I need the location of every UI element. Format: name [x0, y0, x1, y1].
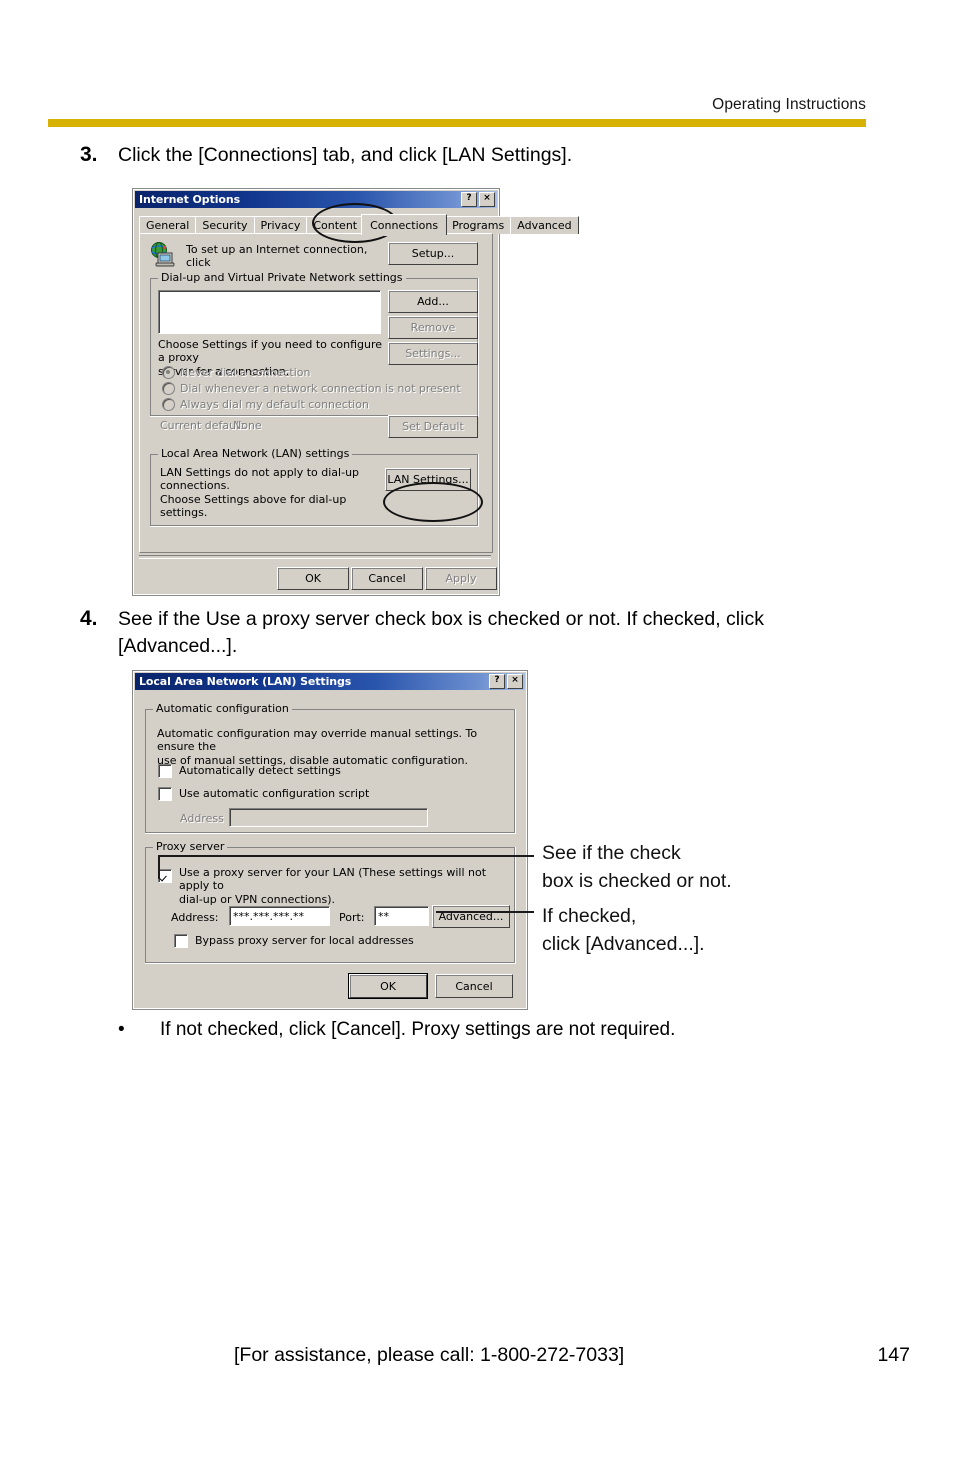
- close-icon[interactable]: ×: [507, 674, 523, 689]
- step-4-number: 4.: [80, 607, 98, 630]
- internet-options-window-buttons[interactable]: ? ×: [461, 192, 495, 207]
- radio-never-dial[interactable]: [162, 366, 175, 379]
- footer-page-number: 147: [877, 1344, 910, 1366]
- connections-tab-panel: To set up an Internet connection, click …: [139, 233, 493, 553]
- page-footer: [For assistance, please call: 1-800-272-…: [234, 1344, 910, 1367]
- lan-settings-title: Local Area Network (LAN) Settings: [139, 675, 352, 688]
- current-default-value: None: [233, 419, 262, 432]
- internet-connection-icon: [150, 242, 178, 268]
- step-3-text: Click the [Connections] tab, and click […: [118, 144, 573, 166]
- leader-advanced-horizontal: [436, 911, 534, 913]
- dialup-connections-list[interactable]: [158, 290, 381, 334]
- step-4: 4. See if the Use a proxy server check b…: [80, 606, 880, 660]
- auto-address-input[interactable]: [229, 808, 428, 827]
- dialup-group-legend: Dial-up and Virtual Private Network sett…: [158, 271, 406, 284]
- proxy-address-label: Address:: [171, 911, 219, 924]
- tab-privacy[interactable]: Privacy: [253, 216, 308, 234]
- bypass-proxy-label: Bypass proxy server for local addresses: [195, 934, 414, 947]
- header-rule: [48, 119, 866, 127]
- tab-advanced[interactable]: Advanced: [510, 216, 579, 234]
- auto-config-script-label: Use automatic configuration script: [179, 787, 370, 800]
- radio-never-dial-label: Never dial a connection: [180, 366, 311, 379]
- radio-always-dial-label: Always dial my default connection: [180, 398, 369, 411]
- lan-settings-titlebar[interactable]: Local Area Network (LAN) Settings ? ×: [135, 673, 525, 690]
- radio-dial-whenever[interactable]: [162, 382, 175, 395]
- radio-dial-whenever-label: Dial whenever a network connection is no…: [180, 382, 461, 395]
- leader-checkbox-horizontal: [158, 855, 534, 857]
- use-proxy-server-checkbox[interactable]: [158, 869, 172, 883]
- auto-config-description: Automatic configuration may override man…: [157, 727, 478, 767]
- auto-detect-settings-label: Automatically detect settings: [179, 764, 341, 777]
- proxy-port-label: Port:: [339, 911, 365, 924]
- internet-options-tabstrip[interactable]: General Security Privacy Content Connect…: [139, 214, 579, 235]
- lan-description: LAN Settings do not apply to dial-up con…: [160, 466, 360, 520]
- tab-general[interactable]: General: [139, 216, 197, 234]
- help-icon[interactable]: ?: [489, 674, 505, 689]
- bullet-note: • If not checked, click [Cancel]. Proxy …: [118, 1017, 918, 1043]
- auto-detect-settings-checkbox[interactable]: [158, 764, 172, 778]
- lan-settings-button[interactable]: LAN Settings...: [385, 468, 471, 491]
- settings-button: Settings...: [388, 342, 478, 365]
- lan-settings-dialog[interactable]: Local Area Network (LAN) Settings ? × Au…: [132, 670, 528, 1010]
- internet-options-titlebar[interactable]: Internet Options ? ×: [135, 191, 497, 208]
- proxy-port-input[interactable]: **: [374, 906, 429, 926]
- internet-options-ok-button[interactable]: OK: [277, 567, 349, 590]
- annotation-check-box: See if the check box is checked or not.: [542, 842, 732, 892]
- leader-checkbox-vertical: [158, 855, 160, 879]
- add-button[interactable]: Add...: [388, 290, 478, 313]
- lan-settings-cancel-button[interactable]: Cancel: [435, 974, 513, 998]
- help-icon[interactable]: ?: [461, 192, 477, 207]
- advanced-button[interactable]: Advanced...: [432, 905, 510, 928]
- set-default-button: Set Default: [388, 415, 478, 438]
- lan-settings-ok-button[interactable]: OK: [349, 974, 427, 998]
- internet-options-title: Internet Options: [139, 193, 241, 206]
- footer-assistance: [For assistance, please call: 1-800-272-…: [234, 1344, 625, 1366]
- proxy-server-legend: Proxy server: [153, 840, 228, 853]
- bullet-text: If not checked, click [Cancel]. Proxy se…: [160, 1019, 676, 1040]
- bypass-proxy-checkbox[interactable]: [174, 934, 188, 948]
- proxy-address-input[interactable]: ***.***.***.**: [229, 906, 330, 926]
- remove-button: Remove: [388, 316, 478, 339]
- internet-options-dialog[interactable]: Internet Options ? × General Security Pr…: [132, 188, 579, 596]
- annotation-advanced: If checked, click [Advanced...].: [542, 905, 705, 955]
- step-3: 3. Click the [Connections] tab, and clic…: [80, 142, 880, 169]
- use-proxy-server-label: Use a proxy server for your LAN (These s…: [179, 866, 487, 906]
- auto-config-script-checkbox[interactable]: [158, 787, 172, 801]
- tab-security[interactable]: Security: [195, 216, 255, 234]
- page-header: Operating Instructions: [48, 96, 866, 127]
- tab-connections[interactable]: Connections: [361, 214, 448, 235]
- setup-button[interactable]: Setup...: [388, 242, 478, 265]
- tab-content[interactable]: Content: [306, 216, 365, 234]
- header-title: Operating Instructions: [712, 96, 866, 113]
- internet-options-cancel-button[interactable]: Cancel: [351, 567, 423, 590]
- close-icon[interactable]: ×: [479, 192, 495, 207]
- auto-config-legend: Automatic configuration: [153, 702, 292, 715]
- internet-options-apply-button: Apply: [425, 567, 497, 590]
- radio-always-dial[interactable]: [162, 398, 175, 411]
- lan-group-legend: Local Area Network (LAN) settings: [158, 447, 353, 460]
- step-4-text: See if the Use a proxy server check box …: [118, 608, 764, 657]
- bullet-marker: •: [118, 1019, 125, 1040]
- auto-address-label: Address: [180, 812, 224, 825]
- lan-settings-window-buttons[interactable]: ? ×: [489, 674, 523, 689]
- step-3-number: 3.: [80, 143, 98, 166]
- tab-programs[interactable]: Programs: [445, 216, 512, 234]
- dialog-separator: [139, 555, 491, 559]
